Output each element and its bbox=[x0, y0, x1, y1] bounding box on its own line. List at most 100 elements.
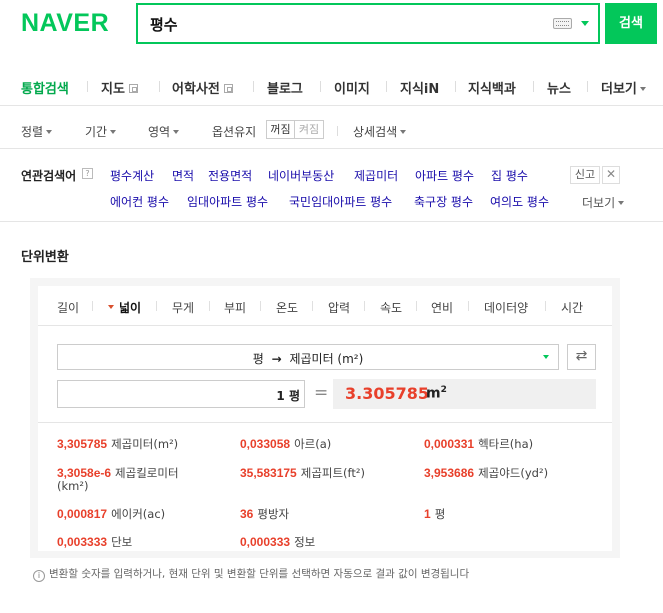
tab-length[interactable]: 길이 bbox=[57, 299, 79, 316]
equals-sign: = bbox=[314, 383, 329, 403]
tab-dictionary[interactable]: 어학사전 bbox=[172, 78, 233, 97]
tab-time[interactable]: 시간 bbox=[561, 299, 583, 316]
result-item: 0,000817 에이커(ac) bbox=[57, 506, 165, 522]
related-searches: 연관검색어 ? 평수계산 면적 전용면적 네이버부동산 제곱미터 아파트 평수 … bbox=[0, 150, 663, 222]
related-link[interactable]: 임대아파트 평수 bbox=[187, 193, 268, 210]
tab-area[interactable]: 넓이 bbox=[119, 299, 141, 316]
tab-news[interactable]: 뉴스 bbox=[547, 78, 571, 97]
result-item-value: 1 bbox=[424, 507, 431, 521]
chevron-down-icon bbox=[543, 355, 549, 359]
divider bbox=[468, 301, 469, 311]
related-link[interactable]: 축구장 평수 bbox=[414, 193, 473, 210]
divider bbox=[209, 301, 210, 311]
tab-data-size[interactable]: 데이터양 bbox=[484, 299, 528, 316]
related-link[interactable]: 아파트 평수 bbox=[415, 167, 474, 184]
detail-search-label: 상세검색 bbox=[353, 125, 398, 139]
divider bbox=[364, 301, 365, 311]
result-item-unit: (km²) bbox=[57, 479, 89, 493]
related-link[interactable]: 네이버부동산 bbox=[268, 167, 334, 184]
tab-encyclopedia[interactable]: 지식백과 bbox=[468, 78, 516, 97]
result-item-unit: 단보 bbox=[111, 535, 133, 549]
help-icon[interactable]: ? bbox=[82, 168, 93, 179]
result-item-value: 0,000331 bbox=[424, 437, 475, 451]
swap-icon: ⇄ bbox=[575, 348, 588, 364]
result-item-value: 3,953686 bbox=[424, 466, 475, 480]
tab-speed[interactable]: 속도 bbox=[380, 299, 402, 316]
tab-map[interactable]: 지도 bbox=[101, 78, 138, 97]
tab-fuel-efficiency[interactable]: 연비 bbox=[431, 299, 453, 316]
converter-note-text: 변환할 숫자를 입력하거나, 현재 단위 및 변환할 단위를 선택하면 자동으로… bbox=[49, 568, 470, 580]
arrow-right-icon: → bbox=[271, 352, 282, 366]
result-item-unit: 제곱야드(yd²) bbox=[478, 466, 549, 480]
chevron-down-icon bbox=[639, 87, 646, 91]
divider bbox=[159, 81, 160, 92]
result-item-unit: 아르(a) bbox=[294, 437, 332, 451]
tab-volume[interactable]: 부피 bbox=[224, 299, 246, 316]
value-input-text: 1 평 bbox=[276, 389, 300, 403]
result-item-value: 0,003333 bbox=[57, 535, 108, 549]
detail-search-dropdown[interactable]: 상세검색 bbox=[353, 123, 407, 140]
naver-logo[interactable]: NAVER bbox=[21, 9, 109, 38]
divider bbox=[455, 81, 456, 92]
unit-pair-select[interactable]: 평 → 제곱미터 (m²) bbox=[57, 344, 559, 370]
tab-more-label: 더보기 bbox=[601, 82, 637, 97]
keep-options-on-toggle[interactable]: 켜짐 bbox=[295, 120, 324, 139]
divider bbox=[545, 301, 546, 311]
search-tabs: 통합검색 지도 어학사전 블로그 이미지 지식iN 지식백과 뉴스 더보기 bbox=[0, 64, 663, 106]
result-item: 3,305785 제곱미터(m²) bbox=[57, 436, 178, 452]
result-item: 0,033058 아르(a) bbox=[240, 436, 331, 452]
related-link[interactable]: 면적 bbox=[172, 167, 194, 184]
chevron-down-icon bbox=[173, 130, 180, 134]
tab-map-label: 지도 bbox=[101, 82, 125, 97]
unit-converter-panel: 길이 넓이 무게 부피 온도 압력 속도 연비 데이터양 시간 평 → 제곱미터… bbox=[38, 286, 612, 551]
result-unit-exponent: 2 bbox=[440, 385, 447, 395]
result-item-unit: 정보 bbox=[294, 535, 316, 549]
tab-weight[interactable]: 무게 bbox=[172, 299, 194, 316]
tab-integrated-search[interactable]: 통합검색 bbox=[21, 78, 69, 97]
external-link-icon bbox=[223, 84, 233, 93]
conversion-results: 3,305785 제곱미터(m²) 0,033058 아르(a) 0,000331 헥… bbox=[38, 422, 612, 551]
related-link[interactable]: 에어컨 평수 bbox=[110, 193, 169, 210]
external-link-icon bbox=[128, 84, 138, 93]
tab-more[interactable]: 더보기 bbox=[601, 78, 646, 97]
result-unit: m2 bbox=[426, 385, 447, 402]
result-value: 3.305785 bbox=[345, 384, 430, 403]
period-label: 기간 bbox=[85, 125, 108, 139]
result-item: 35,583175 제곱피트(ft²) bbox=[240, 465, 365, 481]
related-searches-title: 연관검색어 bbox=[21, 169, 77, 183]
result-item: 0,000333 정보 bbox=[240, 534, 315, 550]
keep-options-off-toggle[interactable]: 꺼짐 bbox=[266, 120, 295, 139]
tab-pressure[interactable]: 압력 bbox=[328, 299, 350, 316]
related-link[interactable]: 평수계산 bbox=[110, 167, 154, 184]
tab-kin[interactable]: 지식iN bbox=[400, 78, 439, 97]
related-link[interactable]: 여의도 평수 bbox=[490, 193, 549, 210]
search-button[interactable]: 검색 bbox=[605, 3, 657, 44]
search-box[interactable] bbox=[136, 3, 600, 44]
info-icon: i bbox=[33, 570, 45, 582]
sort-dropdown[interactable]: 정렬 bbox=[21, 123, 53, 140]
search-input[interactable] bbox=[150, 13, 530, 35]
report-button[interactable]: 신고 bbox=[570, 166, 600, 184]
related-link[interactable]: 국민임대아파트 평수 bbox=[289, 193, 392, 210]
keyboard-icon[interactable] bbox=[553, 18, 572, 29]
result-unit-base: m bbox=[426, 385, 441, 402]
close-icon[interactable]: ✕ bbox=[602, 166, 620, 184]
related-link[interactable]: 제곱미터 bbox=[354, 167, 398, 184]
period-dropdown[interactable]: 기간 bbox=[85, 123, 117, 140]
swap-units-button[interactable]: ⇄ bbox=[567, 344, 596, 370]
related-more-button[interactable]: 더보기 bbox=[582, 194, 625, 211]
divider bbox=[156, 301, 157, 311]
related-link[interactable]: 전용면적 bbox=[208, 167, 252, 184]
tab-blog[interactable]: 블로그 bbox=[267, 78, 303, 97]
tab-temperature[interactable]: 온도 bbox=[276, 299, 298, 316]
result-item-value: 3,3058e-6 bbox=[57, 466, 112, 480]
tab-images[interactable]: 이미지 bbox=[334, 78, 370, 97]
unit-pair-text: 평 → 제곱미터 (m²) bbox=[58, 350, 558, 367]
header: NAVER 검색 bbox=[0, 0, 663, 62]
related-link[interactable]: 집 평수 bbox=[491, 167, 528, 184]
unit-to: 제곱미터 (m²) bbox=[289, 352, 364, 366]
area-dropdown[interactable]: 영역 bbox=[148, 123, 180, 140]
chevron-down-icon[interactable] bbox=[581, 21, 589, 26]
value-input[interactable]: 1 평 bbox=[57, 380, 305, 408]
unit-converter: 길이 넓이 무게 부피 온도 압력 속도 연비 데이터양 시간 평 → 제곱미터… bbox=[30, 278, 620, 558]
